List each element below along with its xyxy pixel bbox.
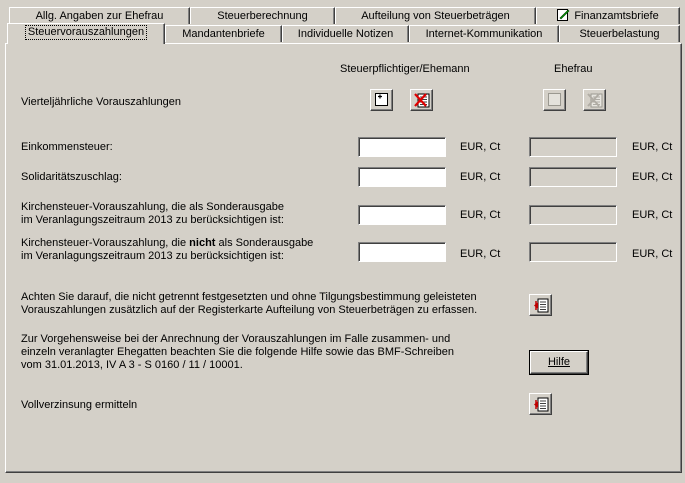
solidarity-surcharge-label: Solidaritätszuschlag: bbox=[21, 171, 122, 183]
notice-aufteilung-line2: Vorauszahlungen zusätzlich auf der Regis… bbox=[21, 304, 478, 316]
church-tax-deductible-label-line2: im Veranlagungszeitraum 2013 zu berücksi… bbox=[21, 214, 284, 226]
tab-finanzamtsbriefe[interactable]: Finanzamtsbriefe bbox=[536, 7, 680, 24]
add-quarterly-taxpayer-button[interactable] bbox=[370, 89, 393, 111]
delete-record-icon bbox=[587, 93, 603, 108]
help-button-label: Hilfe bbox=[547, 356, 570, 368]
church-tax-deductible-taxpayer-input[interactable] bbox=[358, 205, 446, 225]
tab-label: Individuelle Notizen bbox=[297, 28, 394, 40]
income-tax-label: Einkommensteuer: bbox=[21, 141, 113, 153]
label-part: Kirchensteuer-Vorauszahlung, die bbox=[21, 237, 190, 249]
column-header-taxpayer: Steuerpflichtiger/Ehemann bbox=[340, 63, 470, 75]
delete-quarterly-taxpayer-button[interactable] bbox=[410, 89, 433, 111]
solidarity-surcharge-spouse-unit: EUR, Ct bbox=[632, 171, 673, 183]
column-header-spouse: Ehefrau bbox=[554, 63, 593, 75]
church-tax-nondeductible-spouse-unit: EUR, Ct bbox=[632, 248, 673, 260]
delete-quarterly-spouse-button bbox=[583, 89, 606, 111]
tab-individuelle-notizen[interactable]: Individuelle Notizen bbox=[282, 25, 409, 42]
interest-calculation-label: Vollverzinsung ermitteln bbox=[21, 399, 138, 411]
church-tax-nondeductible-spouse-input bbox=[529, 242, 617, 262]
notice-help-line3: vom 31.01.2013, IV A 3 - S 0160 / 11 / 1… bbox=[21, 359, 243, 371]
label-emphasis: nicht bbox=[189, 237, 216, 249]
add-record-icon bbox=[375, 93, 388, 106]
help-button[interactable]: Hilfe bbox=[529, 350, 589, 375]
income-tax-spouse-input bbox=[529, 137, 617, 157]
notice-aufteilung-line1: Achten Sie darauf, die nicht getrennt fe… bbox=[21, 291, 477, 303]
tab-steuerberechnung[interactable]: Steuerberechnung bbox=[190, 7, 335, 24]
tab-steuervorauszahlungen[interactable]: Steuervorauszahlungen bbox=[7, 23, 165, 44]
notice-help-line1: Zur Vorgehensweise bei der Anrechnung de… bbox=[21, 333, 451, 345]
tab-internet-kommunikation[interactable]: Internet-Kommunikation bbox=[409, 25, 559, 42]
church-tax-deductible-taxpayer-unit: EUR, Ct bbox=[460, 209, 501, 221]
solidarity-surcharge-taxpayer-input[interactable] bbox=[358, 167, 446, 187]
label-part: als Sonderausgabe bbox=[215, 237, 314, 249]
tab-steuerbelastung[interactable]: Steuerbelastung bbox=[559, 25, 680, 42]
tab-row-2: Steuervorauszahlungen Mandantenbriefe In… bbox=[0, 23, 685, 44]
interest-calculation-button[interactable] bbox=[529, 393, 552, 415]
church-tax-nondeductible-taxpayer-input[interactable] bbox=[358, 242, 446, 262]
tab-label: Aufteilung von Steuerbeträgen bbox=[361, 10, 510, 22]
income-tax-taxpayer-input[interactable] bbox=[358, 137, 446, 157]
tab-label: Internet-Kommunikation bbox=[425, 28, 543, 40]
delete-record-icon bbox=[414, 93, 430, 108]
tab-label: Finanzamtsbriefe bbox=[574, 10, 659, 22]
church-tax-deductible-spouse-input bbox=[529, 205, 617, 225]
income-tax-taxpayer-unit: EUR, Ct bbox=[460, 141, 501, 153]
solidarity-surcharge-taxpayer-unit: EUR, Ct bbox=[460, 171, 501, 183]
church-tax-nondeductible-label-line2: im Veranlagungszeitraum 2013 zu berücksi… bbox=[21, 250, 284, 262]
goto-aufteilung-button[interactable] bbox=[529, 294, 552, 316]
church-tax-deductible-spouse-unit: EUR, Ct bbox=[632, 209, 673, 221]
tab-label: Mandantenbriefe bbox=[182, 28, 265, 40]
tab-mandantenbriefe[interactable]: Mandantenbriefe bbox=[165, 25, 282, 42]
tab-allg-angaben-ehefrau[interactable]: Allg. Angaben zur Ehefrau bbox=[9, 7, 190, 24]
solidarity-surcharge-spouse-input bbox=[529, 167, 617, 187]
add-record-icon bbox=[548, 93, 561, 106]
income-tax-spouse-unit: EUR, Ct bbox=[632, 141, 673, 153]
church-tax-nondeductible-taxpayer-unit: EUR, Ct bbox=[460, 248, 501, 260]
tab-label: Steuervorauszahlungen bbox=[24, 25, 148, 40]
add-quarterly-spouse-button bbox=[543, 89, 566, 111]
edit-note-icon bbox=[557, 8, 570, 26]
navigate-table-icon bbox=[534, 397, 549, 412]
church-tax-deductible-label-line1: Kirchensteuer-Vorauszahlung, die als Son… bbox=[21, 201, 284, 213]
tab-label: Steuerberechnung bbox=[217, 10, 308, 22]
navigate-table-icon bbox=[534, 298, 549, 313]
tab-label: Steuerbelastung bbox=[579, 28, 660, 40]
quarterly-label: Vierteljährliche Vorauszahlungen bbox=[21, 96, 182, 108]
tab-aufteilung-steuerbetraege[interactable]: Aufteilung von Steuerbeträgen bbox=[335, 7, 536, 24]
tab-label: Allg. Angaben zur Ehefrau bbox=[35, 10, 164, 22]
church-tax-nondeductible-label-line1: Kirchensteuer-Vorauszahlung, die nicht a… bbox=[21, 237, 313, 250]
notice-help-line2: einzeln veranlagter Ehegatten beachten S… bbox=[21, 346, 454, 358]
